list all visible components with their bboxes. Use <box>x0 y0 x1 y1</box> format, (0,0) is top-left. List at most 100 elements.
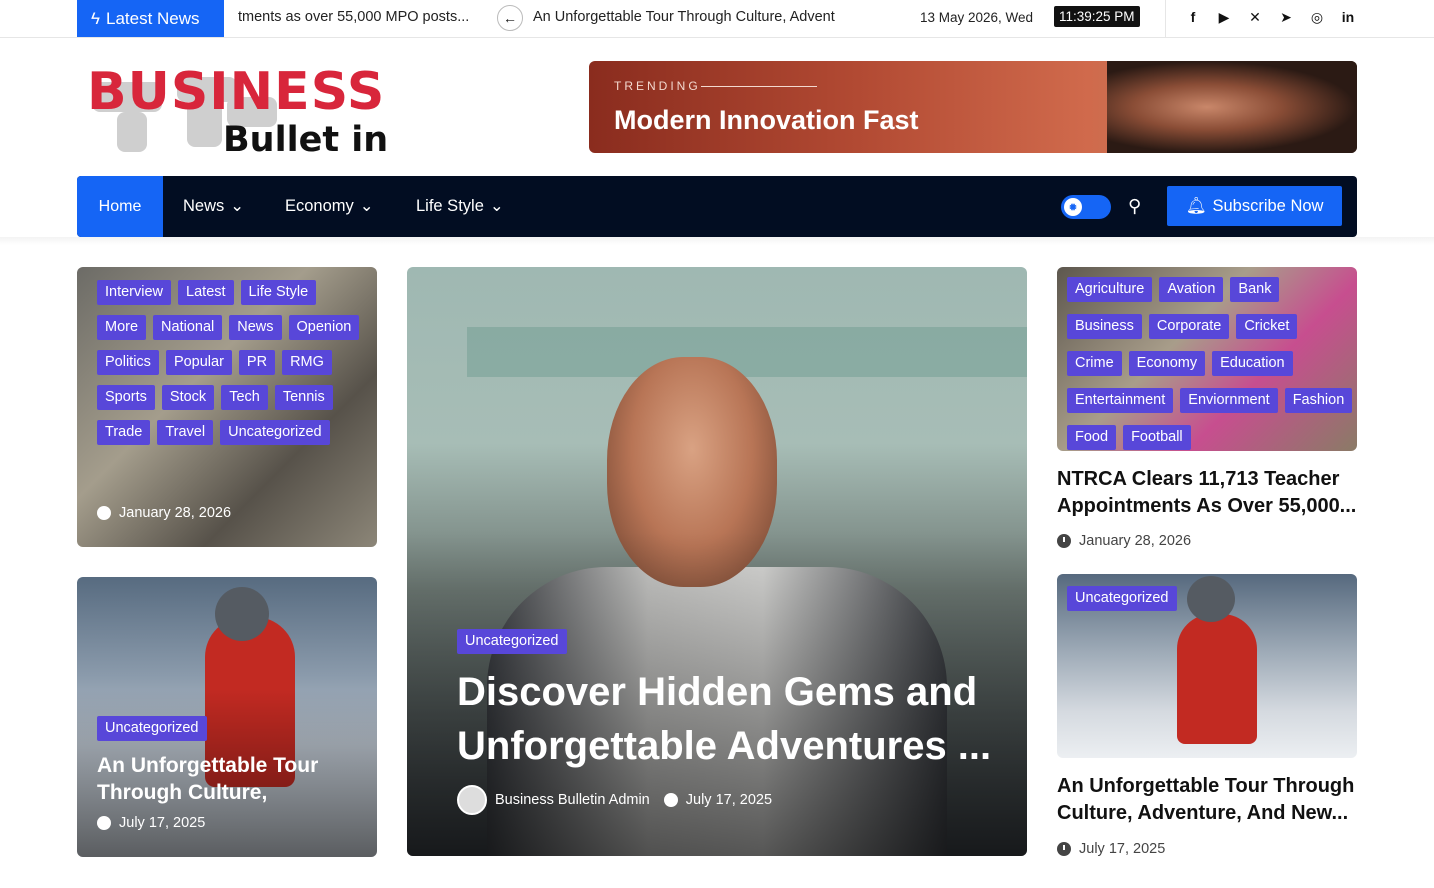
tag-fashion[interactable]: Fashion <box>1284 388 1353 413</box>
tag-tennis[interactable]: Tennis <box>274 385 333 410</box>
post-card-skier[interactable]: Uncategorized An Unforgettable Tour Thro… <box>77 577 377 857</box>
tag-agriculture[interactable]: Agriculture <box>1067 277 1153 302</box>
banner-title: Modern Innovation Fast <box>614 105 919 135</box>
tag-corporate[interactable]: Corporate <box>1148 314 1230 339</box>
featured-post-card[interactable]: Uncategorized Discover Hidden Gems and U… <box>407 267 1027 856</box>
nav-shadow <box>0 237 1434 245</box>
author-name[interactable]: Business Bulletin Admin <box>495 792 650 808</box>
x-twitter-icon[interactable]: ✕ <box>1246 7 1264 27</box>
tag-news[interactable]: News <box>229 315 282 340</box>
ticker-prev-button[interactable]: ← <box>497 5 523 31</box>
post-meta: Business Bulletin Admin July 17, 2025 <box>457 785 772 815</box>
lightning-icon: ϟ <box>91 8 100 28</box>
tag-bank[interactable]: Bank <box>1230 277 1280 302</box>
chevron-down-icon: ⌄ <box>359 197 374 215</box>
post-date: July 17, 2025 <box>685 792 773 808</box>
tag-crime[interactable]: Crime <box>1067 351 1122 376</box>
tag-economy[interactable]: Economy <box>1128 351 1206 376</box>
chevron-down-icon: ⌄ <box>230 197 245 215</box>
tag-enviornment[interactable]: Enviornment <box>1180 388 1278 413</box>
tag-uncategorized[interactable]: Uncategorized <box>457 629 567 654</box>
clock-icon <box>97 506 111 520</box>
youtube-icon[interactable]: ▶ <box>1215 7 1233 27</box>
tag-sports[interactable]: Sports <box>97 385 155 410</box>
tag-entertainment[interactable]: Entertainment <box>1067 388 1174 413</box>
post-title[interactable]: NTRCA Clears 11,713 Teacher Appointments… <box>1057 466 1357 520</box>
tag-uncategorized[interactable]: Uncategorized <box>220 420 330 445</box>
category-tags: Interview Latest Life Style More Nationa… <box>97 280 367 445</box>
subscribe-button[interactable]: 🔔︎ Subscribe Now <box>1167 186 1342 226</box>
tag-tech[interactable]: Tech <box>221 385 268 410</box>
tag-education[interactable]: Education <box>1212 351 1293 376</box>
avatar[interactable] <box>457 785 487 815</box>
linkedin-icon[interactable]: in <box>1339 7 1357 27</box>
post-date: July 17, 2025 <box>97 815 205 831</box>
tag-national[interactable]: National <box>153 315 223 340</box>
current-time: 11:39:25 PM <box>1054 6 1140 27</box>
logo-text-business: BUSINESS <box>87 62 386 122</box>
site-logo[interactable]: BUSINESS Bullet in <box>77 56 389 164</box>
facebook-icon[interactable]: f <box>1184 7 1202 27</box>
chevron-down-icon: ⌄ <box>489 197 504 215</box>
post-image-skier[interactable]: Uncategorized <box>1057 574 1357 758</box>
instagram-icon[interactable]: ◎ <box>1308 7 1326 27</box>
tag-interview[interactable]: Interview <box>97 280 172 305</box>
tag-cricket[interactable]: Cricket <box>1236 314 1298 339</box>
arrow-left-icon: ← <box>503 10 517 26</box>
sun-icon: ✹ <box>1064 198 1082 216</box>
clock-icon <box>1057 534 1071 548</box>
tag-latest[interactable]: Latest <box>178 280 234 305</box>
post-title[interactable]: An Unforgettable Tour Through Culture, A… <box>1057 773 1357 827</box>
telegram-icon[interactable]: ➤ <box>1277 7 1295 27</box>
nav-home[interactable]: Home <box>77 176 163 237</box>
clock-icon <box>1057 842 1071 856</box>
top-bar: ϟ Latest News tments as over 55,000 MPO … <box>0 0 1434 38</box>
tag-rmg[interactable]: RMG <box>282 350 332 375</box>
tag-pr[interactable]: PR <box>238 350 276 375</box>
tag-uncategorized[interactable]: Uncategorized <box>97 716 207 741</box>
tag-avation[interactable]: Avation <box>1159 277 1224 302</box>
tag-trade[interactable]: Trade <box>97 420 151 445</box>
post-title[interactable]: An Unforgettable Tour Through Culture, <box>97 752 357 806</box>
tag-life-style[interactable]: Life Style <box>240 280 317 305</box>
post-image-classroom[interactable]: Agriculture Avation Bank Business Corpor… <box>1057 267 1357 451</box>
bell-icon: 🔔︎ <box>1185 196 1207 215</box>
tag-business[interactable]: Business <box>1067 314 1142 339</box>
tag-football[interactable]: Football <box>1123 425 1191 450</box>
dark-mode-toggle[interactable]: ✹ <box>1061 195 1111 219</box>
banner-line <box>701 86 817 87</box>
featured-post-title[interactable]: Discover Hidden Gems and Unforgettable A… <box>457 665 997 773</box>
skier-image <box>1177 614 1257 744</box>
tag-uncategorized[interactable]: Uncategorized <box>1067 586 1177 611</box>
main-navigation: Home News ⌄ Economy ⌄ Life Style ⌄ ✹ ⚲ 🔔︎ S… <box>77 176 1357 237</box>
latest-news-label[interactable]: ϟ Latest News <box>77 0 224 37</box>
post-date: July 17, 2025 <box>1057 841 1165 857</box>
post-card-categories[interactable]: Interview Latest Life Style More Nationa… <box>77 267 377 547</box>
ticker-current-headline[interactable]: An Unforgettable Tour Through Culture, A… <box>533 9 845 25</box>
category-tags: Agriculture Avation Bank Business Corpor… <box>1067 277 1357 450</box>
nav-life-style[interactable]: Life Style ⌄ <box>416 196 504 216</box>
tag-popular[interactable]: Popular <box>165 350 232 375</box>
tag-food[interactable]: Food <box>1067 425 1117 450</box>
social-links: f ▶ ✕ ➤ ◎ in <box>1184 7 1357 27</box>
tag-openion[interactable]: Openion <box>288 315 360 340</box>
clock-icon <box>97 816 111 830</box>
clock-icon <box>663 793 678 807</box>
tag-travel[interactable]: Travel <box>157 420 214 445</box>
banner-image <box>1107 61 1357 153</box>
trending-banner[interactable]: TRENDING Modern Innovation Fast <box>589 61 1357 153</box>
divider <box>1165 0 1166 37</box>
search-icon[interactable]: ⚲ <box>1128 196 1141 217</box>
logo-text-bulletin: Bullet in <box>223 120 389 160</box>
post-date: January 28, 2026 <box>1057 533 1191 549</box>
nav-news[interactable]: News ⌄ <box>183 196 244 216</box>
post-date: January 28, 2026 <box>97 505 231 521</box>
nav-economy[interactable]: Economy ⌄ <box>285 196 374 216</box>
tag-stock[interactable]: Stock <box>161 385 215 410</box>
current-date: 13 May 2026, Wed <box>920 10 1034 25</box>
tag-politics[interactable]: Politics <box>97 350 159 375</box>
helmet-image <box>1187 576 1235 622</box>
ticker-previous-headline[interactable]: tments as over 55,000 MPO posts... <box>238 9 478 25</box>
tag-more[interactable]: More <box>97 315 147 340</box>
banner-kicker: TRENDING <box>614 79 701 93</box>
